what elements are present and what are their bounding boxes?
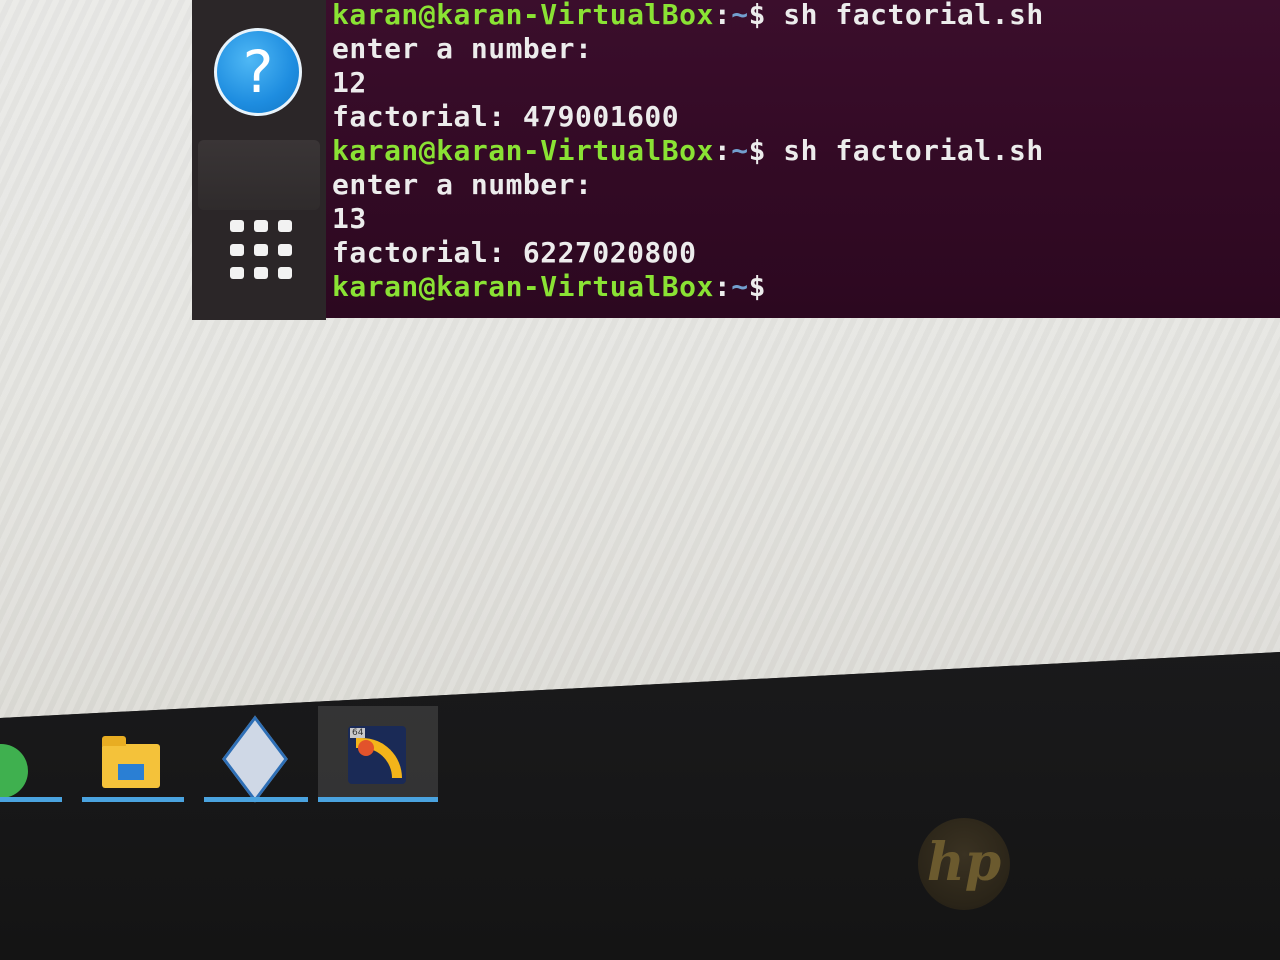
terminal-output-line: 13 — [332, 202, 367, 235]
terminal-output-line: enter a number: — [332, 168, 593, 201]
taskbar-indicator — [204, 797, 308, 802]
virtualbox-icon — [222, 715, 288, 803]
taskbar-item-file-explorer[interactable] — [82, 706, 184, 802]
terminal-prompt-line: karan@karan-VirtualBox:~$ — [332, 270, 766, 303]
ubuntu-dock: ? — [192, 0, 326, 320]
file-explorer-icon — [102, 736, 160, 788]
app-64bit-badge: 64 — [350, 728, 366, 738]
terminal-output-line: 12 — [332, 66, 367, 99]
terminal-window[interactable]: karan@karan-VirtualBox:~$ sh factorial.s… — [326, 0, 1280, 318]
terminal-output-line: factorial: 479001600 — [332, 100, 680, 133]
app-64bit-icon: 64 — [348, 726, 406, 784]
help-icon[interactable]: ? — [214, 28, 302, 116]
terminal-prompt-line: karan@karan-VirtualBox:~$ sh factorial.s… — [332, 0, 1044, 31]
terminal-prompt-line: karan@karan-VirtualBox:~$ sh factorial.s… — [332, 134, 1044, 167]
show-applications-icon[interactable] — [230, 220, 294, 282]
taskbar-indicator — [82, 797, 184, 802]
taskbar-indicator — [318, 797, 438, 802]
hp-logo: hp — [918, 818, 1010, 910]
taskbar-item-app-64bit[interactable]: 64 — [318, 706, 438, 802]
taskbar-item-virtualbox[interactable] — [204, 706, 308, 803]
terminal-output-line: factorial: 6227020800 — [332, 236, 697, 269]
blank-app-icon[interactable] — [198, 140, 320, 210]
taskbar-item-qt[interactable] — [0, 706, 62, 802]
taskbar-indicator — [0, 797, 62, 802]
terminal-output-line: enter a number: — [332, 32, 593, 65]
qt-creator-icon — [0, 744, 28, 798]
